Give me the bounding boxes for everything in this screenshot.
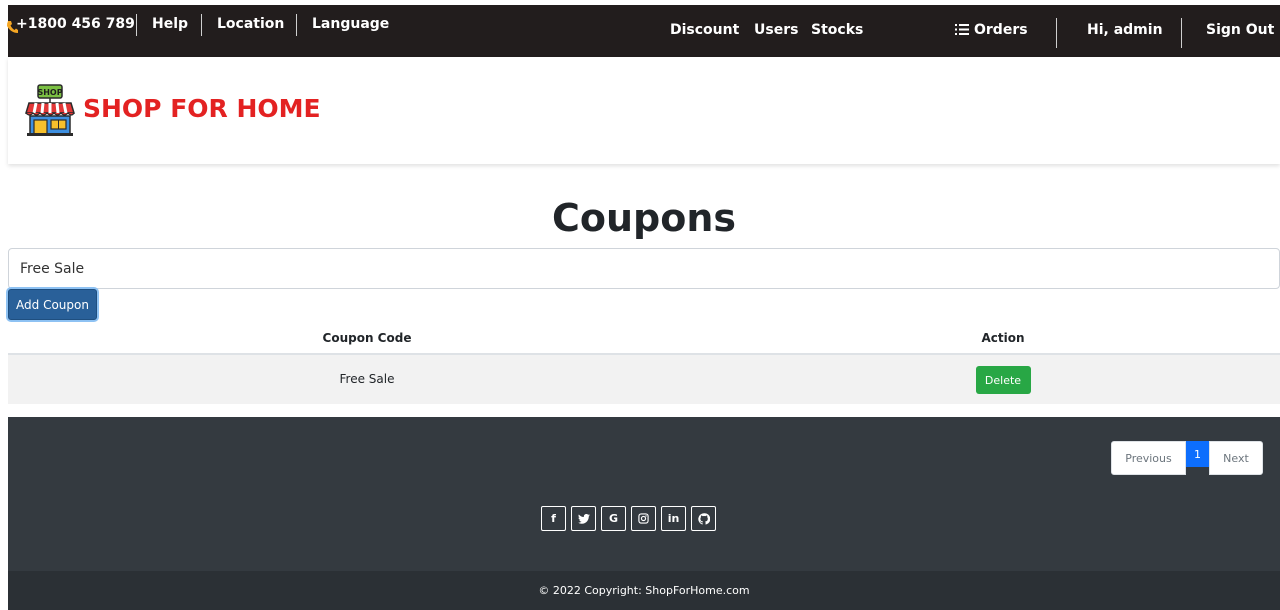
divider [201,14,202,36]
pagination-next[interactable]: Next [1209,441,1263,475]
divider [296,14,297,36]
nav-stocks[interactable]: Stocks [811,22,863,38]
logo-text: SHOP [37,88,62,97]
add-coupon-button[interactable]: Add Coupon [8,289,97,320]
copyright-text: © 2022 Copyright: ShopForHome.com [538,584,750,597]
coupons-table: Coupon Code Action Free Sale Delete [8,321,1280,404]
sign-out-link[interactable]: Sign Out [1206,22,1274,38]
copyright-bar: © 2022 Copyright: ShopForHome.com [8,571,1280,610]
twitter-glyph [577,513,590,524]
language-link[interactable]: Language [312,16,389,32]
action-cell: Delete [726,366,1280,394]
table-row: Free Sale Delete [8,355,1280,404]
divider [1056,18,1057,48]
coupon-code-input[interactable] [8,248,1280,289]
google-label: G [608,512,619,525]
divider [1181,18,1182,48]
instagram-icon[interactable] [631,506,656,531]
coupon-code-cell: Free Sale [339,372,395,386]
column-header-action: Action [981,331,1025,345]
phone-number: +1800 456 789 [16,16,135,32]
github-icon[interactable] [691,506,716,531]
brand-name: SHOP FOR HOME [83,94,321,123]
facebook-icon[interactable]: f [541,506,566,531]
help-link[interactable]: Help [152,16,188,32]
orders-label: Orders [974,22,1028,38]
social-links: f G in [541,506,716,531]
twitter-icon[interactable] [571,506,596,531]
pagination-page-1[interactable]: 1 [1186,441,1209,467]
divider [136,14,137,36]
shop-logo-icon: SHOP [25,84,75,136]
nav-orders[interactable]: Orders [955,22,1028,38]
location-link[interactable]: Location [217,16,284,32]
brand-header: SHOP SHOP FOR HOME [8,57,1280,164]
pagination-previous[interactable]: Previous [1111,441,1186,475]
list-icon [955,24,969,35]
pagination: Previous 1 Next [1111,441,1263,475]
delete-button[interactable]: Delete [975,366,1031,394]
table-header: Coupon Code Action [8,321,1280,355]
column-header-coupon-code: Coupon Code [322,331,412,345]
user-greeting: Hi, admin [1087,22,1163,38]
top-navbar: +1800 456 789 Help Location Language Dis… [7,5,1280,57]
google-icon[interactable]: G [601,506,626,531]
nav-users[interactable]: Users [754,22,798,38]
linkedin-label: in [667,512,680,525]
linkedin-icon[interactable]: in [661,506,686,531]
page-title: Coupons [551,196,737,240]
instagram-glyph [638,513,649,524]
footer: Previous 1 Next f G in [8,417,1280,571]
facebook-label: f [551,512,556,525]
nav-discount[interactable]: Discount [670,22,739,38]
github-glyph [697,512,710,525]
